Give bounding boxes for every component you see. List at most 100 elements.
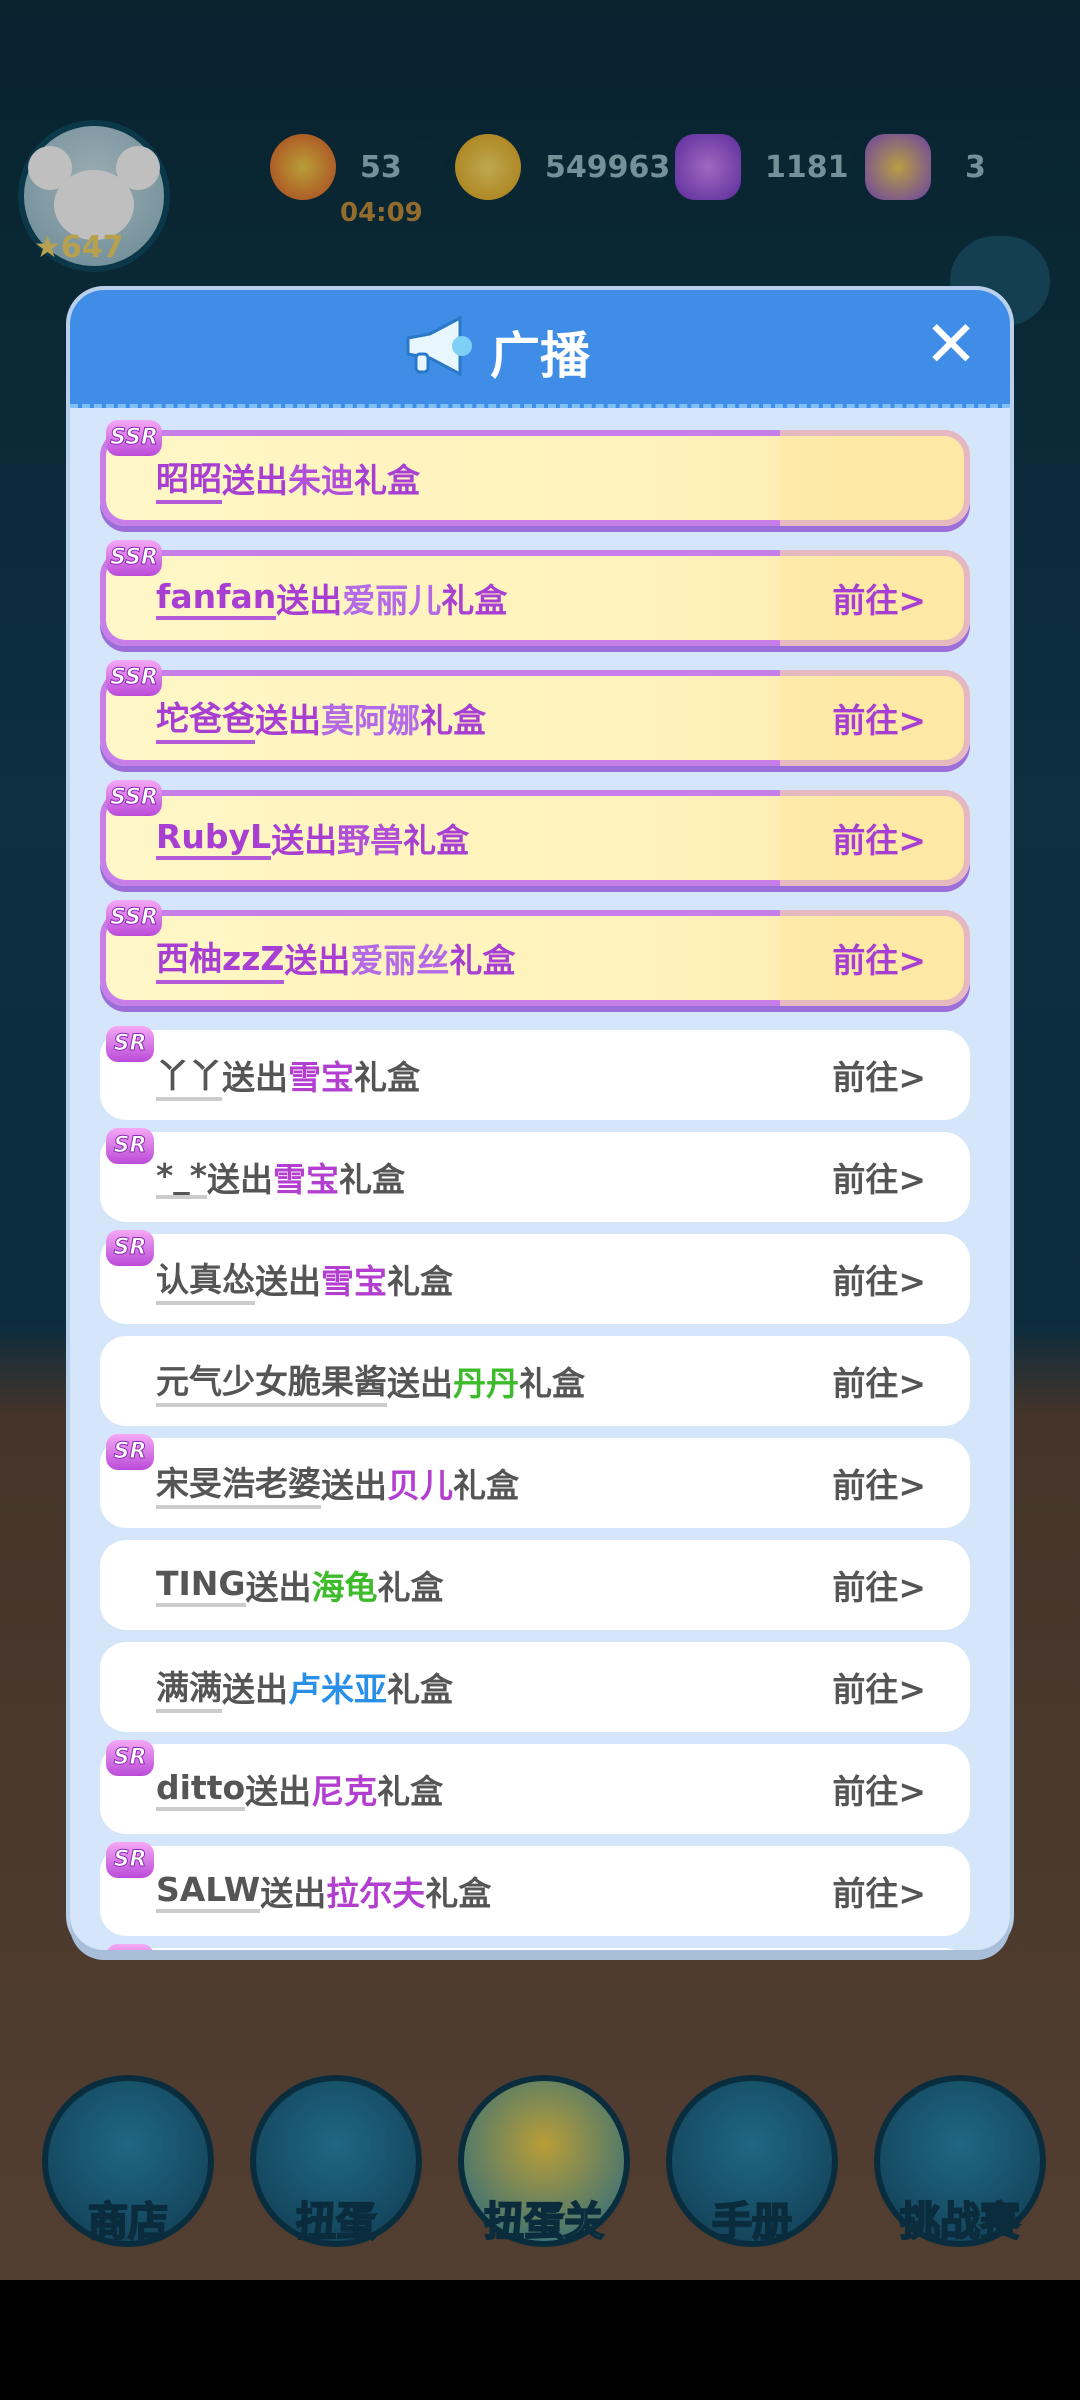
- sender-name: fanfan: [156, 577, 277, 620]
- broadcast-row[interactable]: SSR fanfan 送出 爱丽儿 礼盒 前往>: [100, 540, 970, 646]
- sender-name: SALW: [156, 1870, 261, 1913]
- go-link[interactable]: 前往>: [832, 1234, 926, 1324]
- broadcast-row[interactable]: SSR 昭昭 送出 朱迪 礼盒: [100, 420, 970, 526]
- go-link[interactable]: 前往>: [832, 1846, 926, 1936]
- rarity-badge: SR: [106, 1740, 154, 1776]
- go-link[interactable]: 前往>: [832, 790, 926, 886]
- gift-name: 卢米亚: [288, 1670, 387, 1709]
- broadcast-message: 昭昭 送出 朱迪 礼盒: [156, 430, 420, 526]
- megaphone-icon: [406, 315, 472, 377]
- broadcast-dialog: 广播 ✕ SSR 昭昭 送出 朱迪 礼盒 SSR fanfan 送出 爱丽儿 礼盒 前往> SSR 坨爸…: [70, 290, 1010, 1950]
- gift-name: 雪宝: [321, 1262, 387, 1301]
- gift-name: 莫阿娜: [321, 701, 420, 740]
- send-verb: 送出: [245, 1568, 312, 1607]
- broadcast-message: 丫丫 送出 雪宝 礼盒: [156, 1030, 420, 1120]
- rarity-badge: SSR: [106, 420, 162, 456]
- broadcast-message: 认真怂 送出 雪宝 礼盒: [156, 1234, 453, 1324]
- rarity-badge: SSR: [106, 660, 162, 696]
- send-verb: 送出: [276, 581, 343, 620]
- gift-name: 贝儿: [387, 1466, 453, 1505]
- broadcast-message: 满满 送出 卢米亚 礼盒: [156, 1642, 453, 1732]
- gift-name: 野兽: [337, 821, 404, 860]
- gift-suffix: 礼盒: [403, 821, 470, 860]
- broadcast-message: ditto 送出 尼克 礼盒: [156, 1744, 443, 1834]
- broadcast-message: SALW 送出 拉尔夫 礼盒: [156, 1846, 491, 1936]
- broadcast-row[interactable]: 元气少女脆果酱 送出 丹丹 礼盒 前往>: [100, 1336, 970, 1426]
- sender-name: ditto: [156, 1768, 246, 1811]
- broadcast-row[interactable]: SR ditto 送出 尼克 礼盒 前往>: [100, 1740, 970, 1834]
- rarity-badge: SR: [106, 1128, 154, 1164]
- send-verb: 送出: [284, 941, 351, 980]
- broadcast-row[interactable]: SSR 西柚zzZ 送出 爱丽丝 礼盒 前往>: [100, 900, 970, 1006]
- broadcast-row[interactable]: TING 送出 海龟 礼盒 前往>: [100, 1540, 970, 1630]
- go-link[interactable]: 前往>: [832, 1438, 926, 1528]
- send-verb: 送出: [271, 821, 338, 860]
- gift-suffix: 礼盒: [387, 1262, 453, 1301]
- go-link[interactable]: 前往>: [832, 1744, 926, 1834]
- broadcast-message: 坨爸爸 送出 莫阿娜 礼盒: [156, 670, 486, 766]
- send-verb: 送出: [255, 701, 321, 740]
- send-verb: 送出: [387, 1364, 453, 1403]
- close-button[interactable]: ✕: [918, 312, 984, 378]
- dialog-title: 广播: [490, 327, 590, 385]
- go-link[interactable]: 前往>: [832, 550, 926, 646]
- send-verb: 送出: [207, 1160, 274, 1199]
- gift-suffix: 礼盒: [453, 1466, 519, 1505]
- gift-suffix: 礼盒: [387, 1670, 453, 1709]
- broadcast-row[interactable]: SR *_* 送出 雪宝 礼盒 前往>: [100, 1128, 970, 1222]
- broadcast-row[interactable]: SR: [100, 1944, 970, 1950]
- gift-name: 爱丽丝: [350, 941, 450, 980]
- gift-name: 尼克: [311, 1772, 378, 1811]
- gift-suffix: 礼盒: [339, 1160, 406, 1199]
- go-link[interactable]: 前往>: [832, 1132, 926, 1222]
- broadcast-row[interactable]: SR SALW 送出 拉尔夫 礼盒 前往>: [100, 1842, 970, 1936]
- gift-name: 丹丹: [453, 1364, 519, 1403]
- go-link[interactable]: 前往>: [832, 1540, 926, 1630]
- broadcast-message: *_* 送出 雪宝 礼盒: [156, 1132, 405, 1222]
- sender-name: 宋旻浩老婆: [156, 1457, 321, 1509]
- gift-name: 爱丽儿: [342, 581, 442, 620]
- rarity-badge: SSR: [106, 540, 162, 576]
- broadcast-row[interactable]: SSR 坨爸爸 送出 莫阿娜 礼盒 前往>: [100, 660, 970, 766]
- broadcast-row[interactable]: SR 宋旻浩老婆 送出 贝儿 礼盒 前往>: [100, 1434, 970, 1528]
- rarity-badge: SR: [106, 1026, 154, 1062]
- dialog-header: 广播 ✕: [70, 290, 1010, 408]
- broadcast-message: fanfan 送出 爱丽儿 礼盒: [156, 550, 507, 646]
- go-link[interactable]: 前往>: [832, 1336, 926, 1426]
- gift-suffix: 礼盒: [377, 1772, 444, 1811]
- rarity-badge: SR: [106, 1842, 154, 1878]
- rarity-badge: SSR: [106, 780, 162, 816]
- broadcast-row[interactable]: SSR RubyL 送出 野兽 礼盒 前往>: [100, 780, 970, 886]
- go-link[interactable]: 前往>: [832, 910, 926, 1006]
- broadcast-row[interactable]: SR 丫丫 送出 雪宝 礼盒 前往>: [100, 1026, 970, 1120]
- broadcast-row[interactable]: SR 认真怂 送出 雪宝 礼盒 前往>: [100, 1230, 970, 1324]
- gift-suffix: 礼盒: [441, 581, 508, 620]
- broadcast-list[interactable]: SSR 昭昭 送出 朱迪 礼盒 SSR fanfan 送出 爱丽儿 礼盒 前往> SSR 坨爸爸 送出 莫阿…: [100, 420, 970, 1950]
- gift-suffix: 礼盒: [354, 1058, 420, 1097]
- sender-name: 坨爸爸: [156, 692, 255, 744]
- send-verb: 送出: [222, 1058, 288, 1097]
- sender-name: RubyL: [156, 817, 272, 860]
- gift-suffix: 礼盒: [420, 701, 486, 740]
- send-verb: 送出: [260, 1874, 327, 1913]
- sender-name: 元气少女脆果酱: [156, 1355, 387, 1407]
- rarity-badge: SR: [106, 1434, 154, 1470]
- go-link[interactable]: 前往>: [832, 1642, 926, 1732]
- gift-name: 雪宝: [273, 1160, 340, 1199]
- broadcast-message: TING 送出 海龟 礼盒: [156, 1540, 444, 1630]
- rarity-badge: SR: [106, 1944, 154, 1950]
- rarity-badge: SSR: [106, 900, 162, 936]
- sender-name: 西柚zzZ: [156, 932, 285, 984]
- broadcast-message: 宋旻浩老婆 送出 贝儿 礼盒: [156, 1438, 519, 1528]
- broadcast-row[interactable]: 满满 送出 卢米亚 礼盒 前往>: [100, 1642, 970, 1732]
- gift-suffix: 礼盒: [377, 1568, 444, 1607]
- sender-name: 满满: [156, 1661, 222, 1713]
- sender-name: 丫丫: [156, 1049, 222, 1101]
- sender-name: 昭昭: [156, 452, 222, 504]
- gift-name: 雪宝: [288, 1058, 354, 1097]
- broadcast-message: 元气少女脆果酱 送出 丹丹 礼盒: [156, 1336, 585, 1426]
- send-verb: 送出: [321, 1466, 387, 1505]
- go-link[interactable]: 前往>: [832, 670, 926, 766]
- rarity-badge: SR: [106, 1230, 154, 1266]
- go-link[interactable]: 前往>: [832, 1030, 926, 1120]
